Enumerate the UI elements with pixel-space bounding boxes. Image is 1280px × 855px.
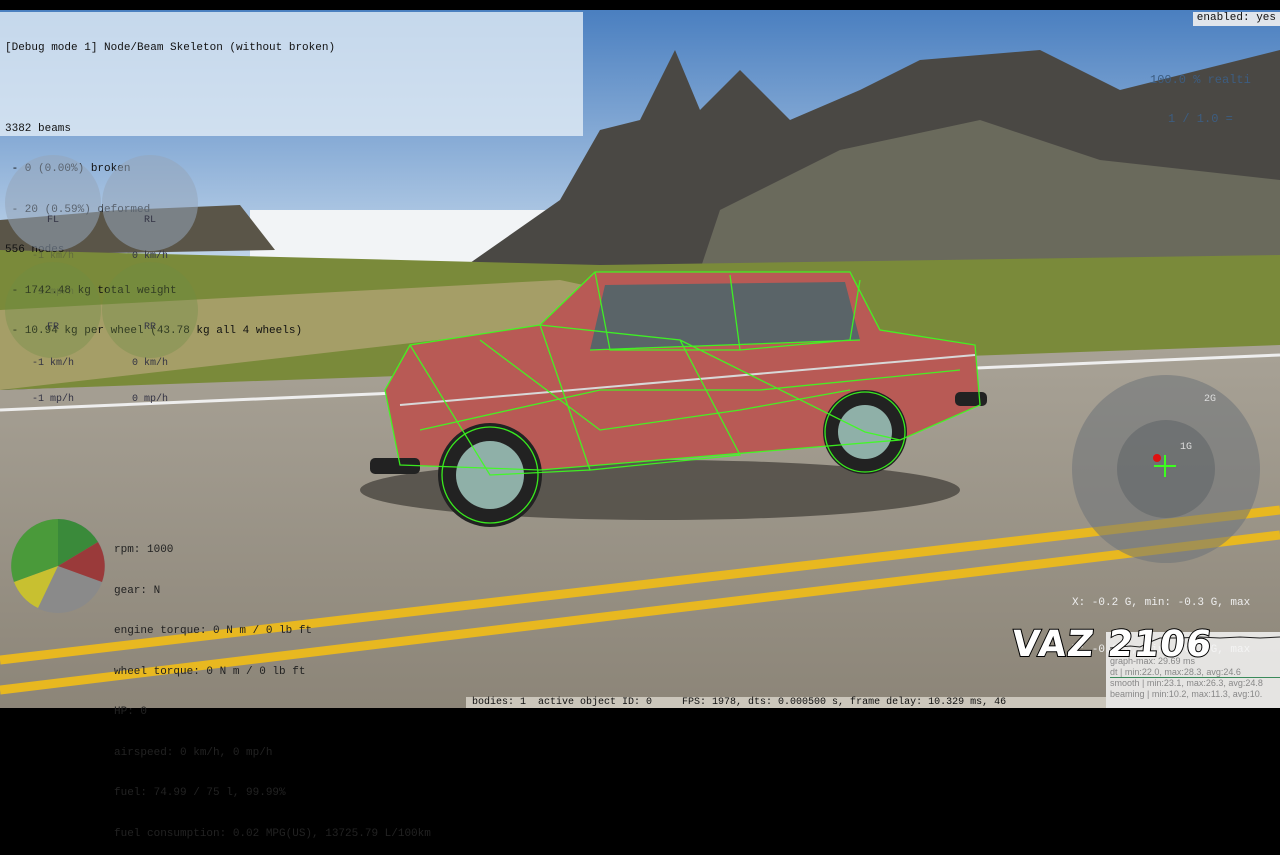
wheel-label: FL xyxy=(46,215,59,226)
status-bar: bodies: 1 active object ID: 0 FPS: 1978,… xyxy=(466,697,1106,708)
horsepower: HP: 0 xyxy=(114,706,148,718)
debug-mode-title: [Debug mode 1] Node/Beam Skeleton (witho… xyxy=(5,42,336,54)
g-x: X: -0.2 G, min: -0.3 G, max xyxy=(1072,597,1251,609)
engine-pie-gauge xyxy=(11,519,105,613)
graph-dt: dt | min:22.0, max:28.3, avg:24.6 xyxy=(1110,667,1280,678)
time-ratio: 1 / 1.0 = xyxy=(1168,112,1233,126)
realtime-percent: 100.0 % realti xyxy=(1150,73,1251,87)
g-ring-2-label: 2G xyxy=(1204,394,1217,405)
engine-info: rpm: 1000 gear: N engine torque: 0 N m /… xyxy=(114,517,431,855)
g-crosshair-icon xyxy=(1153,454,1176,477)
wheel-speed-fl: FL -1 km/h -1 mp/h xyxy=(5,155,101,298)
beam-count: 3382 beams xyxy=(5,122,72,135)
enabled-status: enabled: yes xyxy=(1192,12,1280,26)
wheel-mph: -1 mp/h xyxy=(31,394,74,405)
rpm: rpm: 1000 xyxy=(114,544,174,556)
wheel-label: RL xyxy=(143,215,156,226)
wheel-label: RR xyxy=(143,322,156,333)
gear: gear: N xyxy=(114,584,161,597)
g-force-meter: 2G 1G xyxy=(1072,375,1260,563)
fuel-consumption: fuel consumption: 0.02 MPG(US), 13725.79… xyxy=(114,827,431,840)
wheel-mph: 0 mp/h xyxy=(131,394,168,405)
graph-smooth: smooth | min:23.1, max:26.3, avg:24.8 xyxy=(1110,678,1263,688)
airspeed: airspeed: 0 km/h, 0 mp/h xyxy=(114,746,273,759)
debug-info-panel: [Debug mode 1] Node/Beam Skeleton (witho… xyxy=(0,12,583,337)
wheel-kmh: -1 km/h xyxy=(31,358,74,369)
realtime-indicator: 100.0 % realti 1 / 1.0 = xyxy=(1150,48,1251,139)
engine-torque: engine torque: 0 N m / 0 lb ft xyxy=(114,625,313,637)
wheel-speed-rr: RR 0 km/h 0 mp/h xyxy=(102,262,198,405)
wheel-label: FR xyxy=(46,322,59,333)
wheel-speed-rl: RL 0 km/h xyxy=(102,155,198,262)
wheel-speed-fr: FR -1 km/h -1 mp/h xyxy=(5,262,101,405)
vehicle-name-caption: VAZ 2106 xyxy=(1009,623,1215,666)
wheel-kmh: 0 km/h xyxy=(131,358,168,369)
graph-beaming: beaming | min:10.2, max:11.3, avg:10. xyxy=(1110,688,1263,699)
g-ring-1-label: 1G xyxy=(1180,442,1193,453)
fuel: fuel: 74.99 / 75 l, 99.99% xyxy=(114,787,286,799)
wheel-torque: wheel torque: 0 N m / 0 lb ft xyxy=(114,665,306,678)
